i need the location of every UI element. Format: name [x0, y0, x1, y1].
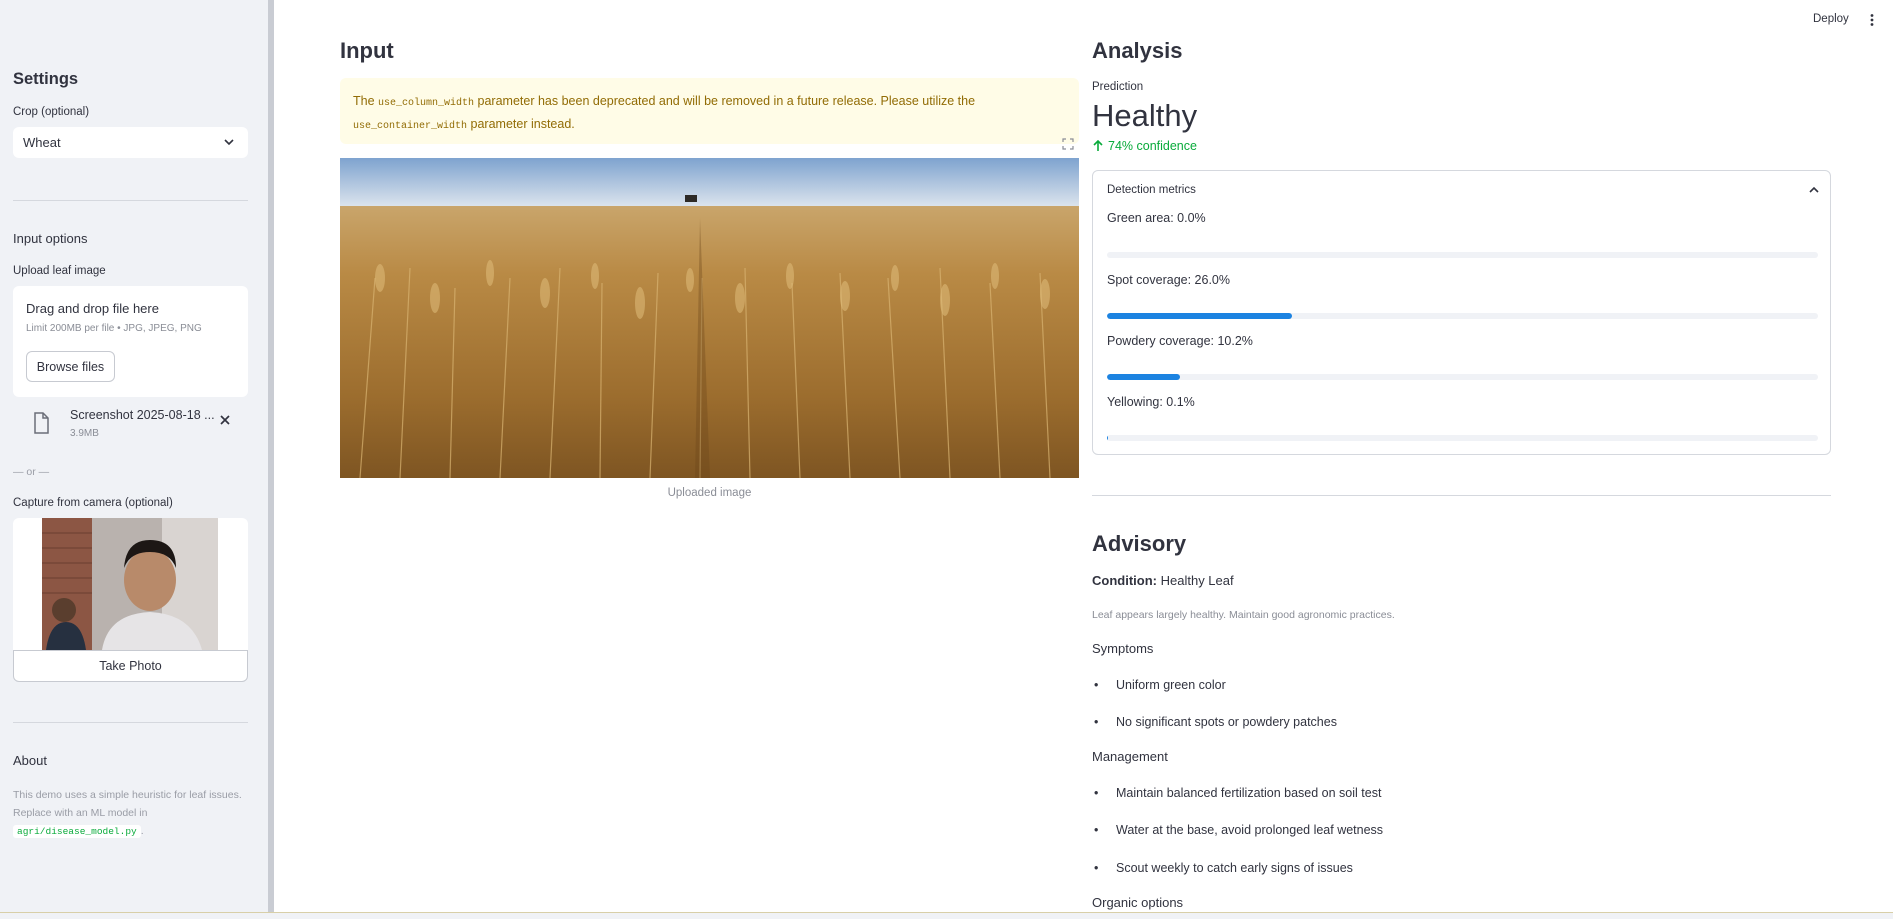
detection-metrics-expander: Detection metrics Green area: 0.0% Spot … — [1092, 170, 1831, 455]
dropzone-title: Drag and drop file here — [26, 301, 159, 316]
about-heading: About — [13, 753, 47, 768]
crop-selected-value: Wheat — [23, 135, 61, 150]
about-period: . — [140, 825, 144, 837]
confidence-delta: 74% confidence — [1092, 139, 1197, 153]
chevron-up-icon[interactable] — [1808, 184, 1820, 196]
crop-select[interactable]: Wheat — [13, 127, 248, 158]
about-code: agri/disease_model.py — [13, 825, 141, 838]
camera-preview — [13, 518, 248, 650]
about-description: This demo uses a simple heuristic for le… — [13, 789, 242, 819]
condition-description: Leaf appears largely healthy. Maintain g… — [1092, 609, 1395, 621]
file-dropzone[interactable]: Drag and drop file here Limit 200MB per … — [13, 286, 248, 397]
symptom-text: No significant spots or powdery patches — [1116, 715, 1337, 729]
condition-key: Condition: — [1092, 573, 1157, 588]
management-text: Scout weekly to catch early signs of iss… — [1116, 861, 1353, 875]
arrow-up-icon — [1093, 140, 1103, 151]
about-text: This demo uses a simple heuristic for le… — [13, 786, 253, 841]
camera-feed-image — [42, 518, 218, 650]
chevron-down-icon — [224, 139, 234, 146]
metric-green-area-label: Green area: 0.0% — [1107, 211, 1206, 225]
uploaded-file-size: 3.9MB — [70, 428, 99, 439]
warning-code-2: use_container_width — [353, 121, 468, 132]
metric-powdery-coverage-label: Powdery coverage: 10.2% — [1107, 334, 1253, 348]
browse-files-button[interactable]: Browse files — [26, 351, 115, 382]
dropzone-limit: Limit 200MB per file • JPG, JPEG, PNG — [26, 323, 202, 334]
kebab-menu-icon[interactable] — [1865, 13, 1879, 27]
analysis-heading: Analysis — [1092, 38, 1183, 63]
condition-value: Healthy Leaf — [1160, 573, 1234, 588]
warning-code-1: use_column_width — [378, 98, 475, 109]
confidence-text: 74% confidence — [1108, 139, 1197, 153]
input-options-heading: Input options — [13, 231, 88, 246]
or-separator: — or — — [13, 466, 50, 478]
analysis-divider — [1092, 495, 1831, 496]
prediction-value: Healthy — [1092, 98, 1198, 133]
warning-prefix: The — [353, 94, 375, 108]
settings-heading: Settings — [13, 70, 79, 88]
management-label: Management — [1092, 749, 1168, 764]
uploaded-file-name: Screenshot 2025-08-18 ... — [70, 408, 215, 422]
warning-suffix: parameter instead. — [470, 117, 575, 131]
uploaded-image — [340, 158, 1079, 478]
image-caption: Uploaded image — [667, 487, 752, 499]
file-icon — [34, 412, 49, 434]
metric-spot-coverage-fill — [1107, 313, 1292, 319]
metric-spot-coverage-label: Spot coverage: 26.0% — [1107, 273, 1230, 287]
fullscreen-icon[interactable] — [1062, 138, 1074, 150]
camera-label: Capture from camera (optional) — [13, 497, 173, 509]
input-heading: Input — [340, 38, 394, 63]
close-icon[interactable] — [218, 413, 232, 427]
take-photo-button[interactable]: Take Photo — [13, 650, 248, 682]
list-item: • Water at the base, avoid prolonged leaf… — [1094, 823, 1384, 837]
bottom-edge — [0, 912, 1893, 919]
metric-powdery-coverage-track — [1107, 374, 1818, 380]
sidebar-divider — [13, 200, 248, 201]
symptoms-label: Symptoms — [1092, 641, 1154, 656]
crop-label: Crop (optional) — [13, 106, 90, 118]
prediction-label: Prediction — [1092, 81, 1144, 93]
management-text: Maintain balanced fertilization based on… — [1116, 786, 1382, 800]
metrics-title[interactable]: Detection metrics — [1107, 184, 1196, 196]
metric-green-area-track — [1107, 252, 1818, 258]
warning-middle: parameter has been deprecated and will b… — [477, 94, 976, 108]
list-item: • Uniform green color — [1094, 678, 1226, 692]
list-item: • Maintain balanced fertilization based o… — [1094, 786, 1382, 800]
metric-yellowing-label: Yellowing: 0.1% — [1107, 395, 1195, 409]
metric-yellowing-fill — [1107, 435, 1108, 441]
deprecation-warning: The use_column_width parameter has been … — [340, 78, 1079, 144]
metric-yellowing-track — [1107, 435, 1818, 441]
advisory-heading: Advisory — [1092, 531, 1187, 556]
upload-label: Upload leaf image — [13, 265, 106, 277]
sidebar-resize-handle[interactable] — [268, 0, 274, 912]
sidebar-divider-2 — [13, 722, 248, 723]
list-item: • Scout weekly to catch early signs of is… — [1094, 861, 1353, 875]
deploy-button[interactable]: Deploy — [1813, 13, 1849, 25]
uploaded-file-row: Screenshot 2025-08-18 ... 3.9MB — [13, 404, 248, 446]
symptom-text: Uniform green color — [1116, 678, 1226, 692]
management-text: Water at the base, avoid prolonged leaf … — [1116, 823, 1384, 837]
list-item: • No significant spots or powdery patches — [1094, 715, 1337, 729]
sidebar: Settings Crop (optional) Wheat Input opt… — [0, 0, 268, 912]
condition-line: Condition: Healthy Leaf — [1092, 573, 1234, 588]
organic-options-label: Organic options — [1092, 895, 1184, 910]
metric-spot-coverage-track — [1107, 313, 1818, 319]
metric-powdery-coverage-fill — [1107, 374, 1180, 380]
